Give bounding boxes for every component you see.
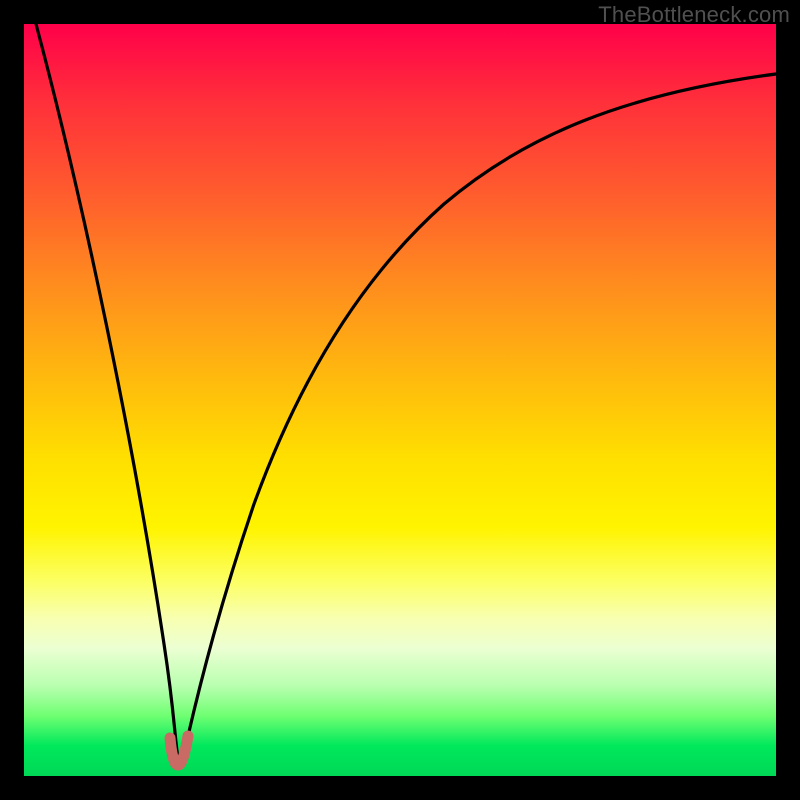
chart-frame: TheBottleneck.com: [0, 0, 800, 800]
min-marker: [170, 736, 188, 765]
watermark-text: TheBottleneck.com: [598, 2, 790, 28]
chart-svg: [24, 24, 776, 776]
bottleneck-curve: [36, 24, 776, 762]
